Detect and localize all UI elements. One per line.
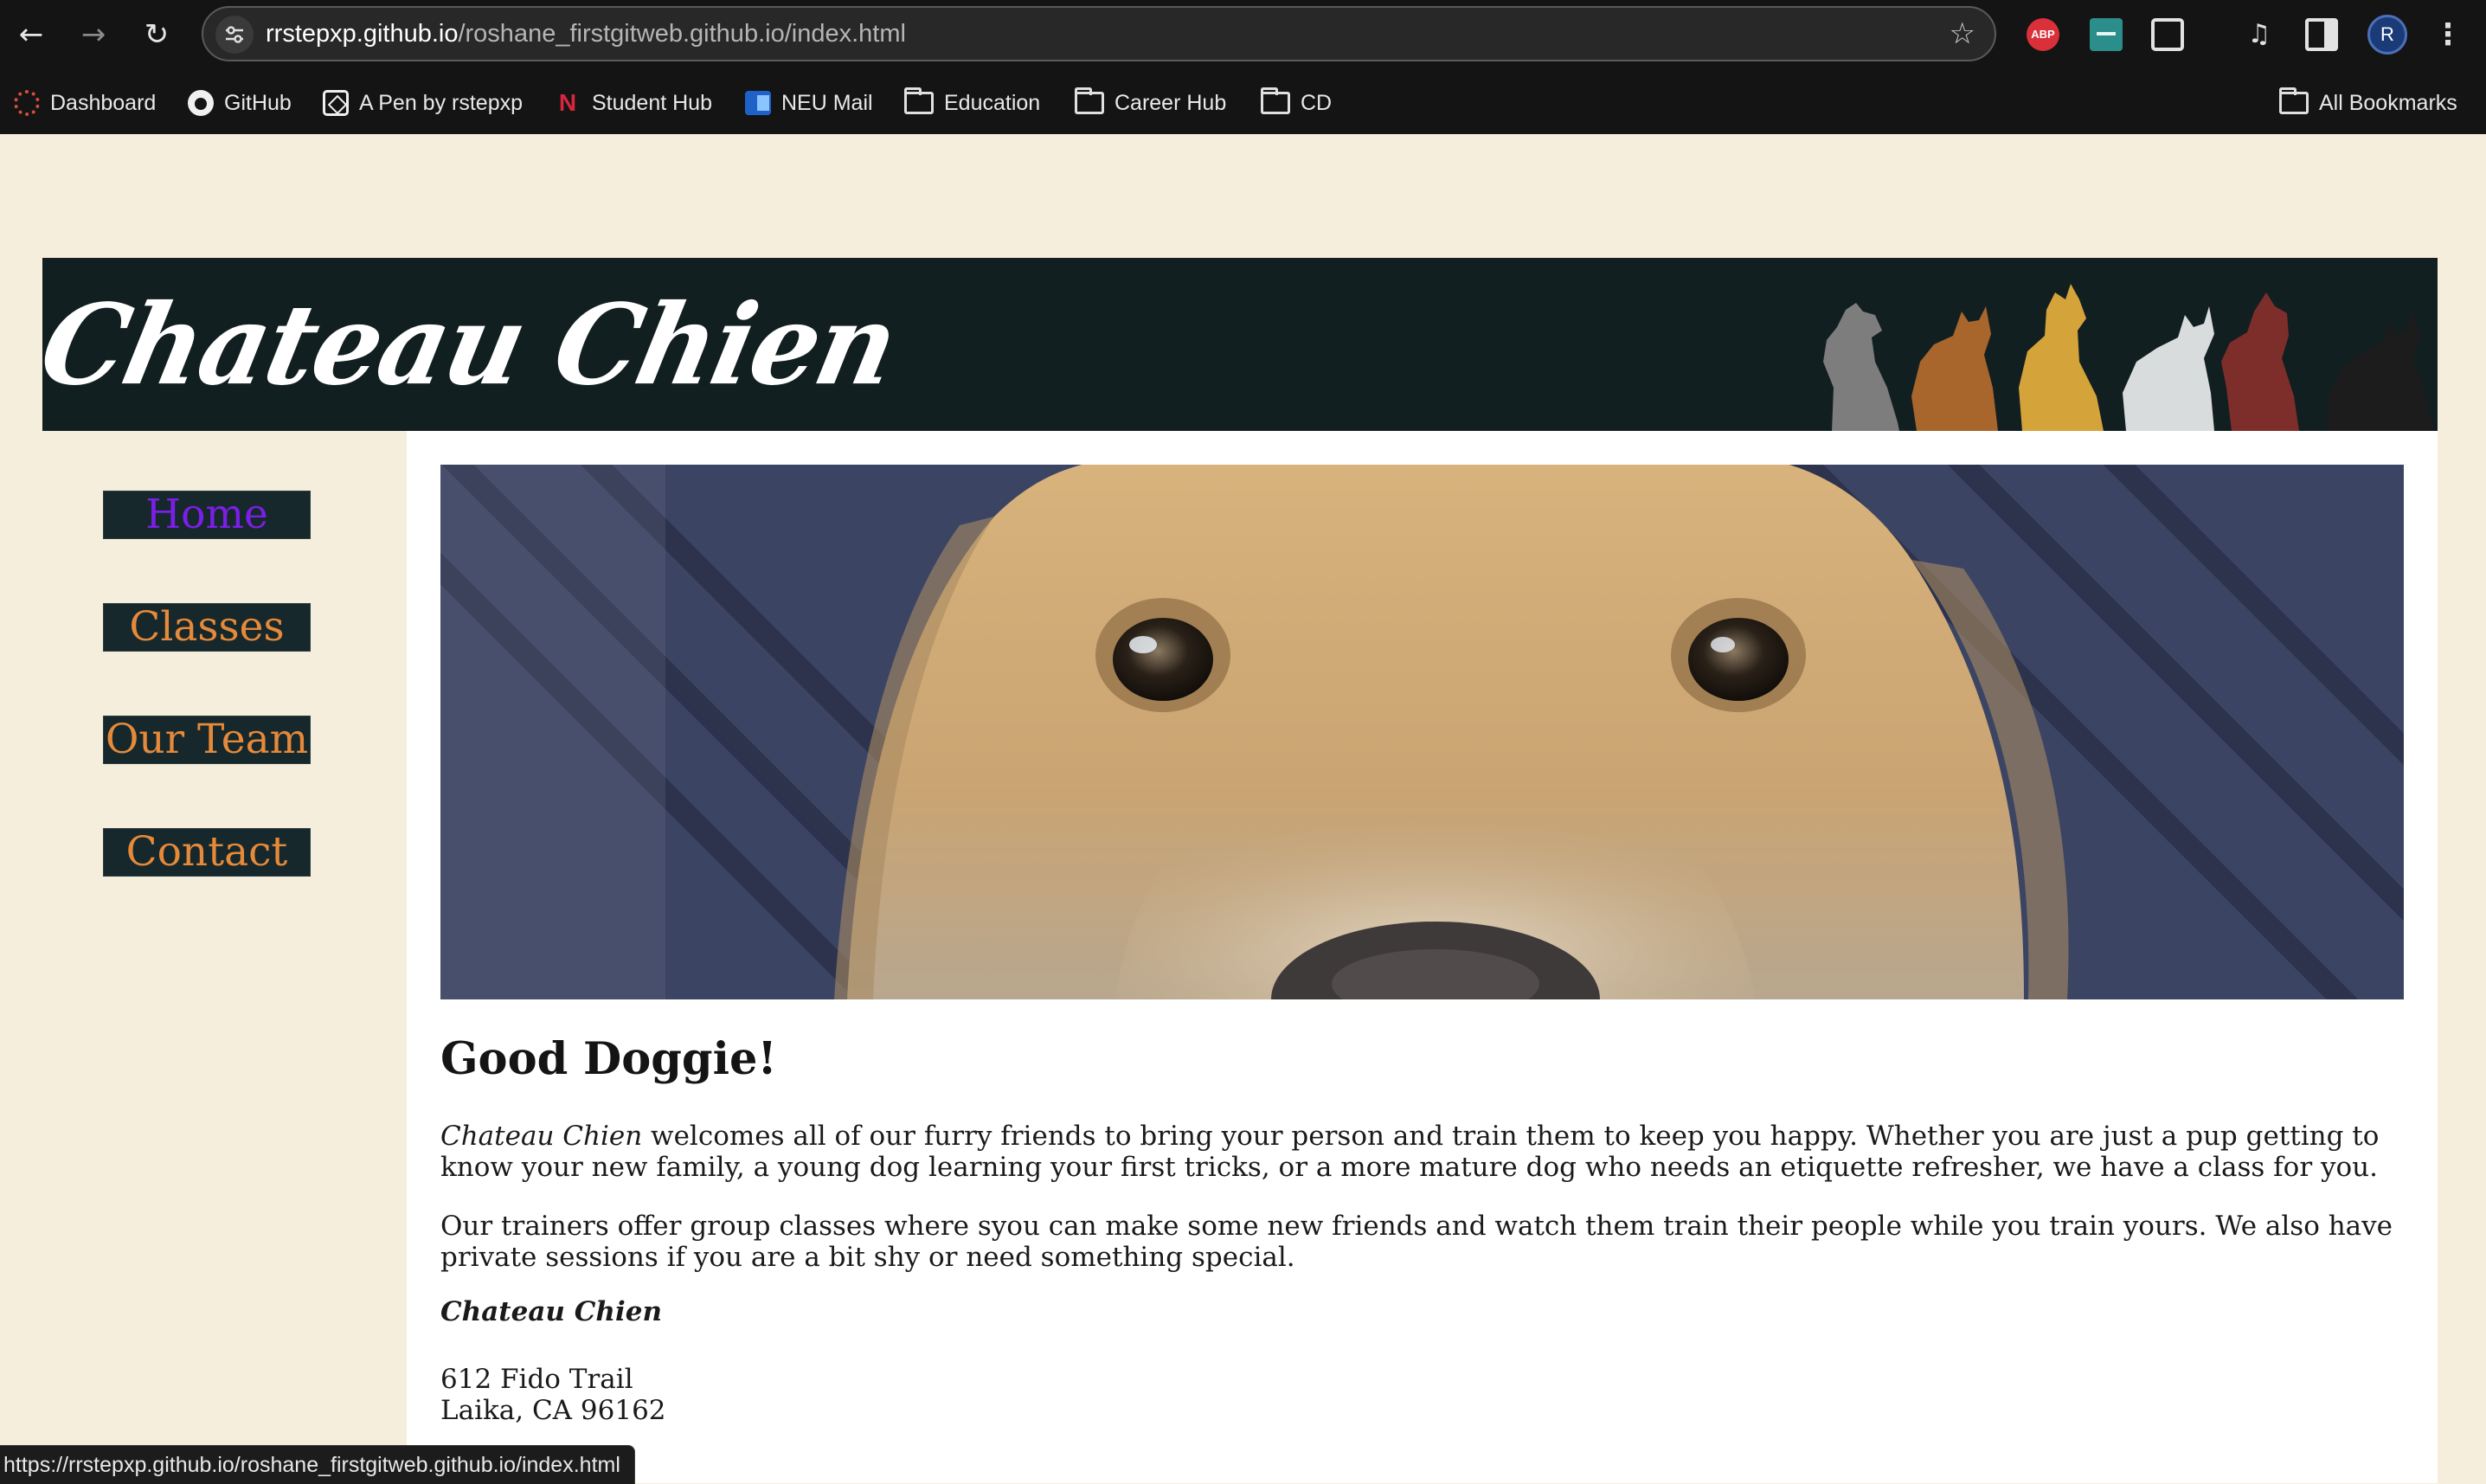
bookmark-dashboard[interactable]: Dashboard (14, 73, 156, 133)
all-bookmarks-label: All Bookmarks (2319, 90, 2457, 115)
address-line-2: Laika, CA 96162 (440, 1395, 666, 1426)
trainers-paragraph: Our trainers offer group classes where s… (440, 1211, 2393, 1273)
bookmark-folder-career-hub[interactable]: Career Hub (1075, 73, 1226, 133)
grey-dog-silhouette (1823, 303, 1899, 431)
media-controls-icon[interactable]: ♫ (2243, 18, 2276, 51)
bookmark-neu-mail[interactable]: NEU Mail (745, 73, 873, 133)
bookmark-star-icon[interactable]: ☆ (1950, 18, 1975, 49)
folder-icon (904, 87, 934, 114)
gold-dog-silhouette (2019, 284, 2104, 431)
main-content: Good Doggie! Chateau Chien welcomes all … (407, 431, 2438, 1483)
intro-paragraph: Chateau Chien welcomes all of our furry … (440, 1121, 2405, 1183)
browser-toolbar: ← → ↻ rrstepxp.github.io/roshane_firstgi… (0, 0, 2486, 69)
bookmark-github[interactable]: GitHub (188, 73, 292, 133)
codepen-icon (323, 90, 349, 116)
address-line-1: 612 Fido Trail (440, 1364, 633, 1395)
bookmark-student-hub[interactable]: N Student Hub (554, 73, 712, 133)
bookmark-folder-education[interactable]: Education (904, 73, 1040, 133)
pet-silhouettes-image (1823, 284, 2434, 431)
extension-icon[interactable] (2090, 18, 2123, 51)
bookmark-label: GitHub (224, 90, 292, 115)
site-logo: Chateau Chien (29, 279, 908, 410)
northeastern-icon: N (558, 89, 577, 116)
bookmark-folder-cd[interactable]: CD (1261, 73, 1332, 133)
intro-text: welcomes all of our furry friends to bri… (440, 1121, 2380, 1183)
url-host: rrstepxp.github.io (266, 20, 459, 48)
bookmark-label: Dashboard (50, 90, 157, 115)
adblock-plus-icon[interactable]: ABP (2027, 18, 2059, 51)
github-icon (188, 90, 214, 116)
business-name: Chateau Chien (440, 1296, 663, 1327)
side-panel-icon[interactable] (2305, 18, 2338, 51)
back-button[interactable]: ← (9, 12, 54, 57)
page-heading: Good Doggie! (440, 1033, 777, 1085)
black-cat-silhouette (2327, 310, 2434, 431)
nav-classes-link[interactable]: Classes (103, 603, 311, 652)
site-info-icon[interactable] (215, 16, 254, 54)
red-dog-silhouette (2221, 292, 2299, 431)
bookmark-label: A Pen by rstepxp (359, 90, 524, 115)
link-status-bar: https://rrstepxp.github.io/roshane_first… (0, 1445, 635, 1484)
nav-contact-link[interactable]: Contact (103, 828, 311, 877)
brand-emphasis: Chateau Chien (440, 1121, 643, 1152)
web-page: Chateau Chien Home Classes Our Team Cont… (0, 134, 2486, 1483)
bookmark-label: Career Hub (1115, 90, 1227, 115)
forward-button[interactable]: → (71, 12, 116, 57)
nav-home-link[interactable]: Home (103, 491, 311, 539)
site-header: Chateau Chien (30, 258, 2438, 431)
profile-avatar[interactable]: R (2367, 15, 2407, 55)
nav-our-team-link[interactable]: Our Team (103, 716, 311, 764)
dog-hero-image (440, 465, 2404, 999)
browser-chrome: ← → ↻ rrstepxp.github.io/roshane_firstgi… (0, 0, 2486, 134)
outlook-icon (745, 91, 771, 115)
kebab-menu-icon[interactable]: ⋮ (2431, 18, 2464, 51)
reload-button[interactable]: ↻ (134, 12, 179, 57)
url-text[interactable]: rrstepxp.github.io/roshane_firstgitweb.g… (266, 8, 906, 60)
bookmark-label: Student Hub (592, 90, 712, 115)
canvas-dashboard-icon (14, 90, 40, 116)
folder-icon (1261, 87, 1290, 114)
bookmark-label: NEU Mail (781, 90, 873, 115)
all-bookmarks-button[interactable]: All Bookmarks (2279, 73, 2457, 133)
white-cat-silhouette (2123, 306, 2214, 431)
url-path: /roshane_firstgitweb.github.io/index.htm… (458, 20, 906, 48)
folder-icon (2279, 87, 2309, 114)
bookmark-codepen[interactable]: A Pen by rstepxp (323, 73, 523, 133)
bookmark-label: CD (1301, 90, 1333, 115)
address-bar[interactable]: rrstepxp.github.io/roshane_firstgitweb.g… (202, 6, 1996, 61)
brown-cat-silhouette (1911, 306, 1998, 431)
bookmark-label: Education (944, 90, 1041, 115)
folder-icon (1075, 87, 1104, 114)
extensions-puzzle-icon[interactable] (2151, 18, 2184, 51)
bookmarks-bar: Dashboard GitHub A Pen by rstepxp N Stud… (0, 73, 2486, 133)
